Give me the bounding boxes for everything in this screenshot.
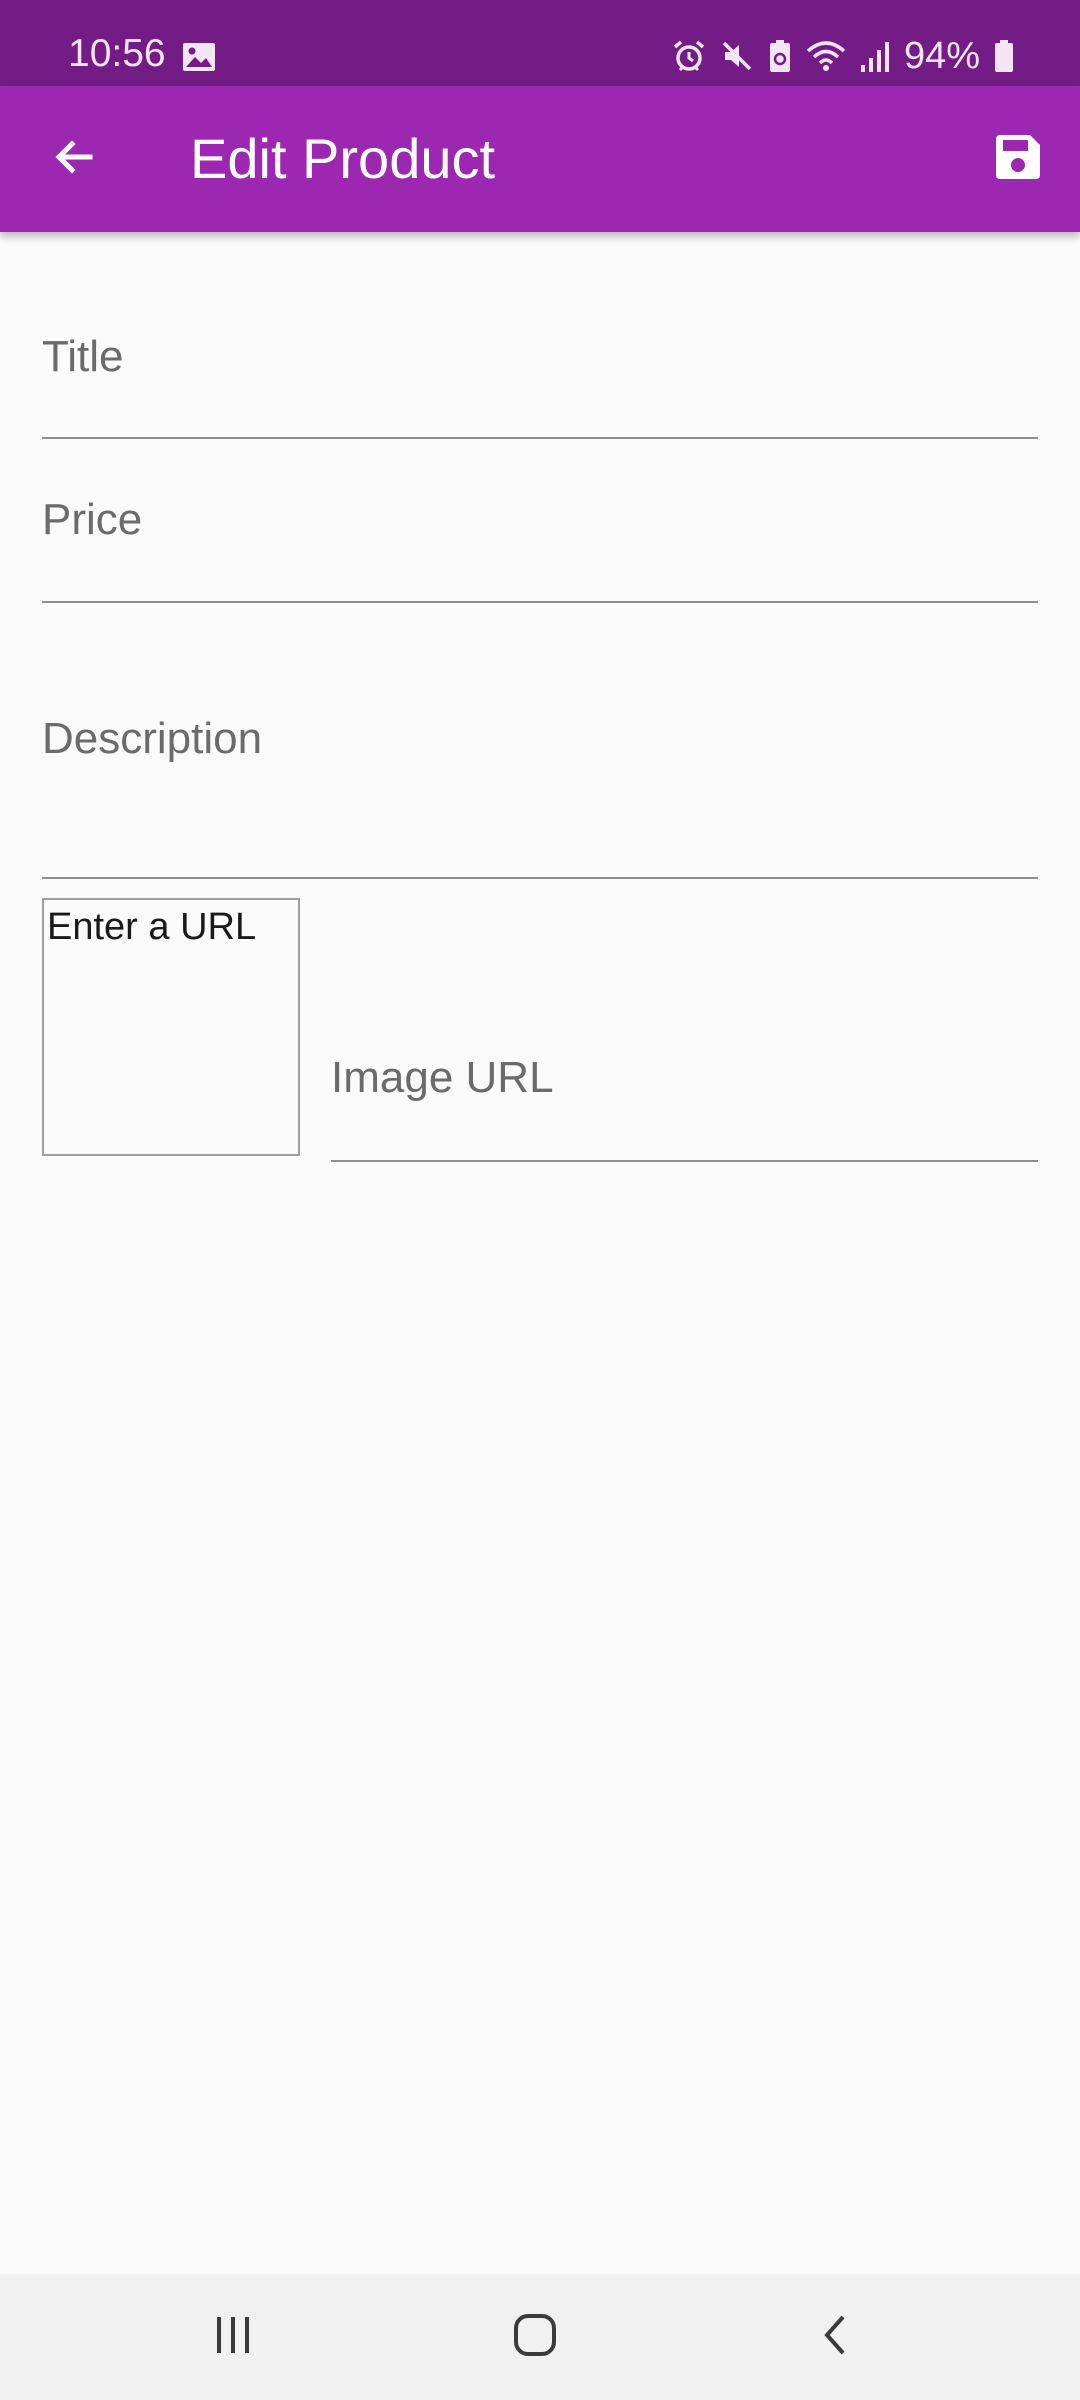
image-preview: Enter a URL xyxy=(42,898,300,1156)
signal-icon xyxy=(860,39,890,73)
description-field[interactable]: Description xyxy=(42,602,1038,879)
mute-icon xyxy=(720,39,754,73)
recent-apps-icon xyxy=(211,2313,255,2362)
battery-saver-icon xyxy=(768,39,792,73)
home-icon xyxy=(512,2312,558,2363)
home-button[interactable] xyxy=(495,2297,575,2377)
title-field[interactable]: Title xyxy=(42,250,1038,439)
image-url-field[interactable]: Image URL xyxy=(331,898,1038,1162)
page-title: Edit Product xyxy=(190,127,496,190)
back-icon xyxy=(815,2313,859,2362)
battery-percent: 94% xyxy=(903,35,980,77)
battery-icon xyxy=(994,39,1014,73)
status-time: 10:56 xyxy=(68,32,166,75)
price-field[interactable]: Price xyxy=(42,438,1038,603)
app-bar: Edit Product xyxy=(0,86,1080,232)
back-button[interactable] xyxy=(34,119,114,199)
image-url-field-label: Image URL xyxy=(331,1053,554,1102)
image-preview-placeholder: Enter a URL xyxy=(47,906,257,948)
save-button[interactable] xyxy=(978,119,1058,199)
price-field-label: Price xyxy=(42,495,143,544)
alarm-icon xyxy=(672,39,706,73)
system-nav-bar xyxy=(0,2274,1080,2400)
recent-apps-button[interactable] xyxy=(193,2297,273,2377)
save-icon xyxy=(992,131,1044,188)
arrow-back-icon xyxy=(50,133,98,186)
title-field-label: Title xyxy=(42,332,124,381)
gallery-icon xyxy=(182,42,216,72)
status-icons: 94% xyxy=(672,36,1014,76)
system-back-button[interactable] xyxy=(797,2297,877,2377)
wifi-icon xyxy=(806,39,846,73)
status-bar: 10:56 94% xyxy=(0,0,1080,86)
description-field-label: Description xyxy=(42,714,263,763)
